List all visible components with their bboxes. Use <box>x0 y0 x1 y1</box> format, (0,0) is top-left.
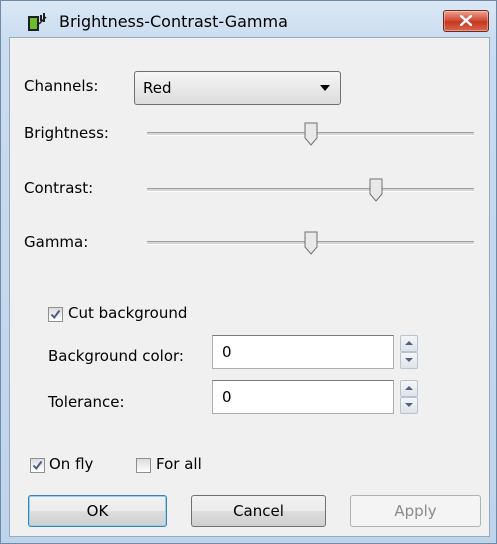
app-icon <box>27 13 47 33</box>
for-all-label: For all <box>156 455 202 473</box>
cut-background-label: Cut background <box>68 304 188 322</box>
spin-up-button[interactable] <box>400 335 418 352</box>
spin-up-button[interactable] <box>400 380 418 397</box>
background-color-spinner[interactable] <box>400 335 418 369</box>
apply-button[interactable]: Apply <box>350 495 481 527</box>
background-color-value: 0 <box>222 343 232 361</box>
channels-dropdown[interactable]: Red <box>134 71 341 105</box>
channels-selected-value: Red <box>143 79 172 97</box>
close-button[interactable] <box>443 10 489 32</box>
cut-background-checkbox[interactable] <box>48 307 63 322</box>
spin-down-button[interactable] <box>400 352 418 369</box>
dialog-content: Channels: Red Brightness: Contrast: Gamm… <box>9 37 490 537</box>
background-color-label: Background color: <box>48 347 184 365</box>
tolerance-input[interactable]: 0 <box>212 380 394 414</box>
close-icon <box>460 15 472 26</box>
brightness-slider-thumb[interactable] <box>304 122 318 146</box>
spin-down-button[interactable] <box>400 397 418 414</box>
checkmark-icon <box>32 460 43 471</box>
contrast-slider-track[interactable] <box>147 188 474 192</box>
tolerance-value: 0 <box>222 388 232 406</box>
arrow-up-icon <box>405 341 413 345</box>
cancel-button[interactable]: Cancel <box>191 495 326 527</box>
title-bar[interactable]: Brightness-Contrast-Gamma <box>1 1 496 37</box>
dialog-window: Brightness-Contrast-Gamma Channels: Red … <box>0 0 497 544</box>
on-fly-label: On fly <box>49 455 94 473</box>
ok-button[interactable]: OK <box>28 495 167 527</box>
gamma-label: Gamma: <box>24 233 89 251</box>
gamma-slider-thumb[interactable] <box>304 231 318 255</box>
arrow-up-icon <box>405 386 413 390</box>
window-title: Brightness-Contrast-Gamma <box>59 12 288 31</box>
brightness-label: Brightness: <box>24 124 109 142</box>
tolerance-label: Tolerance: <box>48 393 125 411</box>
chevron-down-icon <box>320 85 330 91</box>
arrow-down-icon <box>405 358 413 362</box>
arrow-down-icon <box>405 403 413 407</box>
on-fly-checkbox[interactable] <box>30 458 45 473</box>
contrast-slider-thumb[interactable] <box>369 178 383 202</box>
contrast-label: Contrast: <box>24 179 94 197</box>
channels-label: Channels: <box>24 77 99 95</box>
checkmark-icon <box>50 309 61 320</box>
background-color-input[interactable]: 0 <box>212 335 394 369</box>
tolerance-spinner[interactable] <box>400 380 418 414</box>
for-all-checkbox[interactable] <box>136 458 151 473</box>
